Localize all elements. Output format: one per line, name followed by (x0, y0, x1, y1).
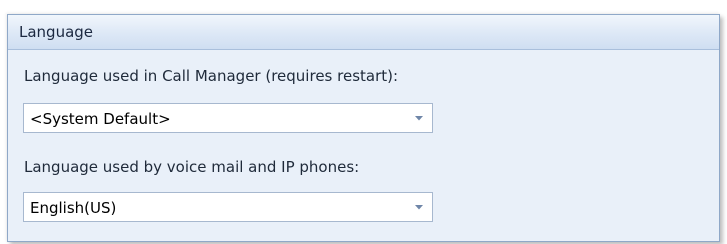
voice-mail-language-value: English(US) (30, 199, 117, 217)
language-group-title: Language (19, 23, 94, 41)
voice-mail-language-dropdown[interactable]: English(US) (23, 192, 433, 222)
call-manager-language-value: <System Default> (30, 110, 171, 128)
call-manager-language-dropdown-toggle[interactable] (407, 105, 431, 131)
voice-mail-language-dropdown-toggle[interactable] (407, 194, 431, 220)
language-group-panel: Language Language used in Call Manager (… (7, 14, 720, 242)
language-group-header: Language (8, 15, 719, 50)
chevron-down-icon (415, 205, 423, 210)
call-manager-language-label: Language used in Call Manager (requires … (24, 67, 399, 85)
voice-mail-language-label: Language used by voice mail and IP phone… (24, 158, 360, 176)
chevron-down-icon (415, 116, 423, 121)
call-manager-language-dropdown[interactable]: <System Default> (23, 103, 433, 133)
